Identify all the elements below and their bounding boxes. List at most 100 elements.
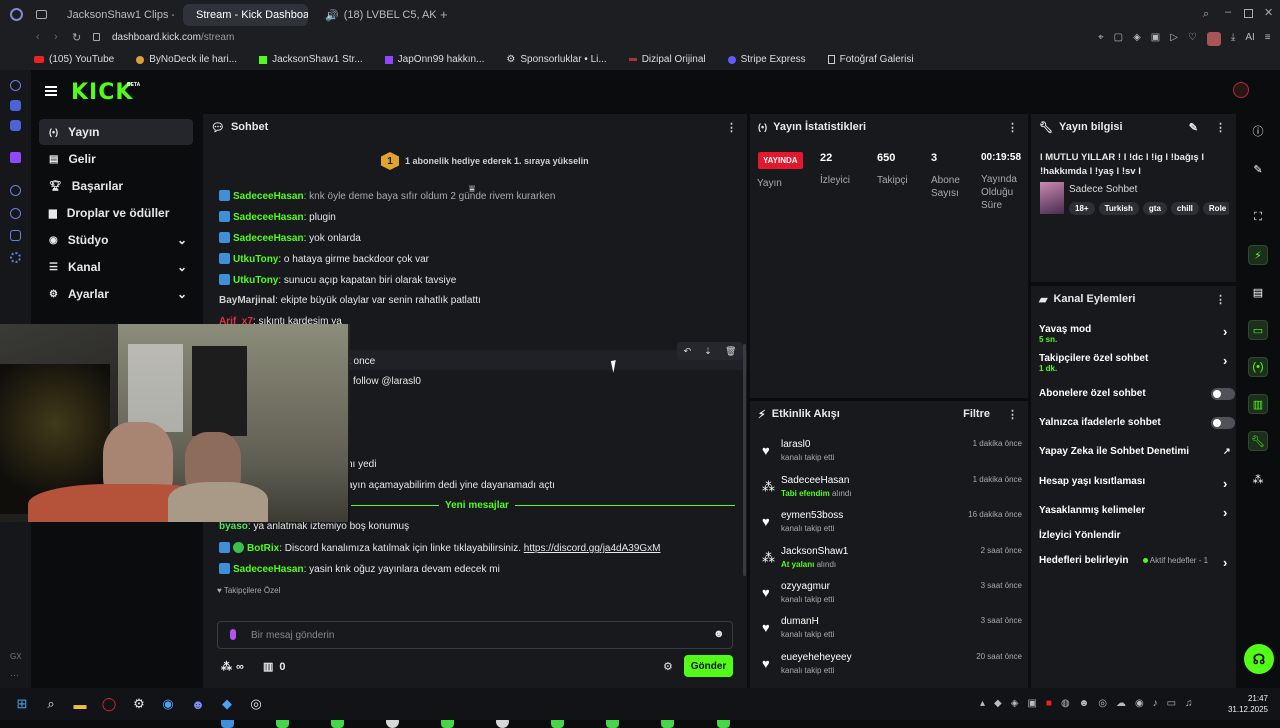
tag[interactable]: 18+ [1069, 202, 1095, 215]
play-icon[interactable]: ▷ [1170, 32, 1178, 46]
wallet-icon[interactable]: ▣ [1151, 32, 1160, 46]
search-icon[interactable]: ⌕ [42, 695, 60, 713]
support-button[interactable]: ☊ [1244, 644, 1274, 674]
chat-link[interactable]: https://discord.gg/ja4dA39GxM [524, 543, 661, 554]
delete-icon[interactable]: 🗑︎ [725, 346, 736, 357]
bookmark-bynodeck[interactable]: ByNoDeck ile hari... [136, 54, 237, 65]
url-field[interactable]: dashboard.kick.com/stream [112, 32, 234, 43]
forward-icon[interactable]: › [54, 31, 58, 43]
app-icon[interactable]: ◆ [218, 695, 236, 713]
bookmark-sponsorluklar[interactable]: ⚙ Sponsorluklar • Li... [506, 54, 606, 65]
search-icon[interactable]: ⌕ [1203, 8, 1209, 21]
tag[interactable]: Turkish [1098, 202, 1139, 215]
activity-item[interactable]: ♥ eymen53boss kanalı takip etti 16 dakika ö… [762, 510, 1022, 540]
tray-icon[interactable]: ▣ [1027, 698, 1036, 709]
history-icon[interactable] [10, 208, 21, 219]
actions-icon[interactable]: ▥ [1248, 394, 1268, 414]
windows-start-icon[interactable]: ⊞ [13, 695, 31, 713]
tab-stream-dashboard[interactable]: Stream - Kick Dashboard [183, 4, 308, 26]
tab-clips[interactable]: JacksonShaw1 Clips - Wa [54, 4, 174, 26]
opera-logo-icon[interactable] [10, 8, 23, 21]
nav-item-studyo[interactable]: ◉ Stüdyo ⌄ [39, 227, 193, 253]
app-icon[interactable]: ⚙ [130, 695, 148, 713]
action-slow-mode[interactable]: Yavaş mod 5 sn. › [1039, 324, 1229, 344]
close-window-button[interactable]: ✕ [1264, 6, 1273, 19]
bookmark-stripe[interactable]: Stripe Express [727, 54, 806, 65]
tag[interactable]: chill [1170, 202, 1199, 215]
more-icon[interactable]: ··· [10, 670, 19, 680]
points-display[interactable]: ⁂ ∞ [221, 660, 244, 674]
heart-icon[interactable]: ♡ [1188, 32, 1197, 46]
action-raid[interactable]: İzleyici Yönlendir [1039, 530, 1229, 541]
twitch-sidebar-icon[interactable] [10, 152, 21, 163]
microphone-icon[interactable]: ♪ [1153, 698, 1158, 709]
tray-icon[interactable]: ◈ [1011, 698, 1019, 709]
nav-item-yayin[interactable]: (•) Yayın [39, 119, 193, 145]
pin-icon[interactable]: ⌖ [1098, 32, 1104, 46]
minimize-button[interactable]: – [1225, 6, 1231, 18]
player-icon[interactable] [10, 185, 21, 196]
lightning-icon[interactable]: ⚡︎ [1248, 245, 1268, 265]
chat-username[interactable]: SadeceeHasan [233, 212, 304, 223]
messenger-icon[interactable] [10, 100, 21, 111]
wrench-icon[interactable]: 🔧︎ [1248, 431, 1268, 451]
tag[interactable]: Role [1202, 202, 1229, 215]
activity-item[interactable]: ⁂ SadeceeHasan Tabi efendim alındı 1 dakika… [762, 475, 1022, 505]
nav-item-droplar[interactable]: ▆ Droplar ve ödüller [39, 200, 193, 226]
emotes-only-toggle[interactable] [1211, 417, 1235, 429]
reply-icon[interactable]: ↶ [684, 346, 692, 357]
activity-item[interactable]: ♥ eueyeheheyeey kanalı takip etti 20 saat ö… [762, 652, 1022, 682]
tray-icon[interactable]: ◍ [1061, 698, 1070, 709]
bookmark-youtube[interactable]: (105) YouTube [34, 54, 114, 65]
discord-icon[interactable]: ☻ [189, 695, 207, 713]
tab-overview-icon[interactable] [36, 10, 47, 19]
activity-item[interactable]: ⁂ JacksonShaw1 At yalanı alındı 2 saat önce [762, 546, 1022, 576]
chat-username[interactable]: byaso [219, 521, 248, 532]
download-icon[interactable]: ⤓ [1231, 32, 1235, 46]
user-avatar[interactable] [1233, 82, 1249, 98]
action-banned-words[interactable]: Yasaklanmış kelimeler › [1039, 505, 1229, 520]
action-goals[interactable]: Hedefleri belirleyin Aktif hedefler - 1 › [1039, 555, 1229, 570]
category-thumbnail[interactable] [1040, 182, 1064, 214]
tray-icon[interactable]: ◎ [1098, 698, 1107, 709]
reload-icon[interactable]: ↻ [72, 31, 81, 44]
tab-youtube[interactable]: 🔊 (18) LVBEL C5, AKDO [312, 4, 436, 26]
chevron-down-icon[interactable]: ⌄ [177, 233, 187, 247]
clock[interactable]: 21:47 31.12.2025 [1222, 693, 1268, 715]
snapshot-icon[interactable]: ▢ [1114, 32, 1123, 46]
bookmark-photos[interactable]: Fotoğraf Galerisi [827, 54, 914, 65]
edit-icon[interactable]: ✎ [1189, 121, 1198, 134]
chat-scrollbar[interactable] [743, 344, 746, 576]
points-icon[interactable]: ⁂ [1248, 469, 1268, 489]
microphone-icon[interactable] [230, 629, 236, 640]
gift-display[interactable]: ▥ 0 [263, 660, 286, 674]
info-icon[interactable]: ⓘ [1248, 121, 1268, 141]
volume-icon[interactable]: ♫ [1185, 698, 1193, 709]
action-followers-only[interactable]: Takipçilere özel sohbet 1 dk. › [1039, 353, 1229, 373]
action-account-age[interactable]: Hesap yaşı kısıtlaması › [1039, 476, 1229, 491]
nav-item-basarilar[interactable]: 🏆︎ Başarılar [39, 173, 193, 199]
filter-button[interactable]: Filtre [963, 408, 990, 420]
network-icon[interactable]: ▭ [1167, 698, 1176, 709]
chat-username[interactable]: BayMarjinal [219, 295, 275, 306]
app-icon[interactable]: ◎ [247, 695, 265, 713]
activity-item[interactable]: ♥ dumanH kanalı takip etti 3 saat önce [762, 616, 1022, 646]
tray-icon[interactable]: ■ [1046, 698, 1052, 709]
file-explorer-icon[interactable]: ▬ [71, 695, 89, 713]
tray-icon[interactable]: ▴ [980, 698, 985, 709]
action-ai-moderation[interactable]: Yapay Zeka ile Sohbet Denetimi ↗ [1039, 446, 1231, 457]
category-name[interactable]: Sadece Sohbet [1069, 184, 1137, 195]
activity-item[interactable]: ♥ ozyyagmur kanalı takip etti 3 saat önce [762, 581, 1022, 611]
clipboard-icon[interactable]: ▤ [1248, 282, 1268, 302]
subscribers-only-toggle[interactable] [1211, 388, 1235, 400]
chat-username[interactable]: BotRix [247, 543, 279, 554]
tray-icon[interactable]: ☻ [1079, 698, 1090, 709]
tray-icon[interactable]: ◆ [994, 698, 1002, 709]
chevron-down-icon[interactable]: ⌄ [177, 287, 187, 301]
more-options-icon[interactable]: ⋮ [1215, 121, 1226, 134]
nav-item-gelir[interactable]: ▤ Gelir [39, 146, 193, 172]
more-options-icon[interactable]: ⋮ [726, 121, 737, 134]
tray-icon[interactable]: ◉ [1135, 698, 1144, 709]
settings-icon[interactable] [10, 252, 21, 263]
ai-icon[interactable]: AI [1245, 32, 1254, 46]
